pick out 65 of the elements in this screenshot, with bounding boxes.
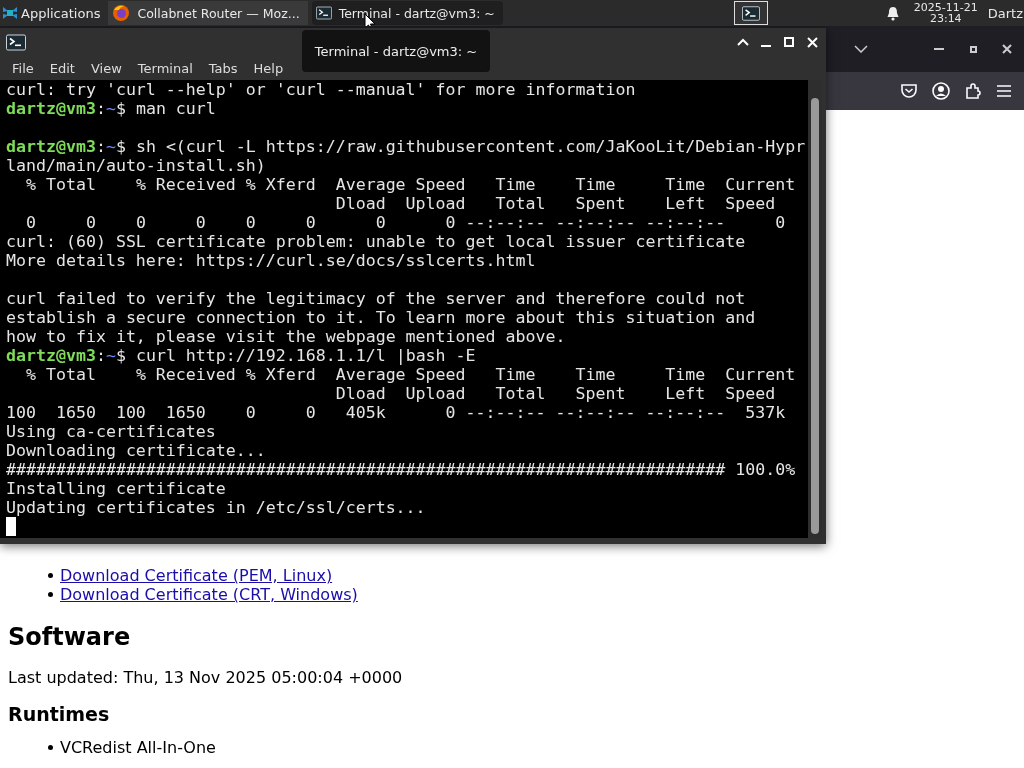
menu-item[interactable]: Tabs [200, 60, 246, 76]
menu-item[interactable]: Terminal [129, 60, 201, 76]
bullet-dot [48, 573, 53, 578]
terminal-line: Dload Upload Total Spent Left Speed [334, 384, 777, 403]
terminal-line: ######################################################################## 100.0% [6, 460, 797, 479]
chevron-down-icon [854, 45, 868, 53]
bullet-dot [48, 592, 53, 597]
browser-icon [112, 4, 131, 22]
taskbar-button[interactable]: Terminal - dartz@vm3: ~ [311, 1, 503, 25]
terminal-line: curl: try 'curl --help' or 'curl --manual' for more information [6, 80, 637, 99]
terminal-line: More details here: https://curl.se/docs/sslcerts.html [6, 251, 537, 270]
terminal-icon [315, 6, 332, 20]
terminal-icon [6, 33, 26, 51]
applications-menu[interactable]: Applications [0, 0, 105, 26]
bullet-dot [48, 745, 53, 750]
terminal-line: Installing certificate [6, 479, 227, 498]
taskbar-button[interactable]: Collabnet Router — Moz... [108, 1, 308, 25]
menu-item[interactable]: File [4, 60, 42, 76]
minimize-icon [934, 47, 944, 51]
download-link[interactable]: Download Certificate (PEM, Linux) [60, 566, 333, 585]
page-text: Last updated: Thu, 13 Nov 2025 05:00:04 +0000 [8, 668, 404, 688]
pocket-icon[interactable] [900, 83, 918, 99]
terminal-line: Dload Upload Total Spent Left Speed [334, 194, 777, 213]
terminal-line: curl failed to verify the legitimacy of the server and therefore could not [6, 289, 747, 308]
terminal-line: dartz@vm3:~$ curl http://192.168.1.1/l |bash -E [6, 346, 477, 365]
app-menu-icon [2, 5, 18, 21]
terminal-line: Downloading certificate... [6, 441, 267, 460]
terminal-line: establish a secure connection to it. To learn more about this situation and [6, 308, 757, 327]
clock[interactable]: 2025-11-21 23:14 [913, 2, 978, 24]
menu-item[interactable]: Edit [41, 60, 83, 76]
menu-item[interactable]: Help [245, 60, 292, 76]
list-item: VCRedist All-In-One [60, 738, 216, 757]
terminal-line: 100 1650 100 1650 0 0 405k 0 --:--:-- --:--:-- --:--:-- 537k [6, 403, 787, 422]
user-name[interactable]: Dartz [987, 5, 1023, 21]
maximize-button[interactable] [781, 34, 797, 50]
workspace-pager[interactable] [733, 1, 768, 25]
download-link[interactable]: Download Certificate (CRT, Windows) [60, 585, 358, 604]
menu-item[interactable]: View [82, 60, 130, 76]
terminal-line: % Total % Received % Xferd Average Speed Time Time Time Current [25, 175, 797, 194]
terminal-line: 0 0 0 0 0 0 0 0 --:--:-- --:--:-- --:--:-- 0 [25, 213, 787, 232]
puzzle-icon[interactable] [964, 82, 982, 100]
terminal-line: how to fix it, please visit the webpage mentioned above. [6, 327, 567, 346]
page-heading: Runtimes [8, 702, 111, 726]
terminal-output[interactable] [0, 80, 808, 538]
close-icon [806, 36, 818, 48]
minimize-icon [761, 45, 771, 47]
maximize-icon [784, 37, 794, 47]
tooltip: Terminal - dartz@vm3: ~ [302, 30, 490, 72]
close-button[interactable] [804, 34, 820, 50]
terminal-icon [741, 5, 760, 21]
bell-icon[interactable] [885, 5, 900, 21]
terminal-line: dartz@vm3:~$ man curl [6, 99, 217, 118]
terminal-line: Using ca-certificates [6, 422, 217, 441]
terminal-line: curl: (60) SSL certificate problem: unable to get local issuer certificate [6, 232, 747, 251]
text-cursor [6, 517, 16, 536]
menu-icon[interactable] [996, 84, 1012, 98]
chevron-up-icon [737, 38, 749, 46]
terminal-line: % Total % Received % Xferd Average Speed Time Time Time Current [25, 365, 797, 384]
maximize-icon [969, 45, 977, 53]
page-heading: Software [8, 622, 132, 652]
account-icon[interactable] [932, 82, 950, 100]
scrollbar[interactable] [811, 98, 819, 534]
terminal-line: dartz@vm3:~$ sh <(curl -L https://raw.githubusercontent.com/JaKooLit/Debian-Hyprland/main/auto-install.sh) [6, 137, 806, 175]
terminal-line: Updating certificates in /etc/ssl/certs... [6, 498, 427, 517]
close-icon [1002, 44, 1012, 54]
